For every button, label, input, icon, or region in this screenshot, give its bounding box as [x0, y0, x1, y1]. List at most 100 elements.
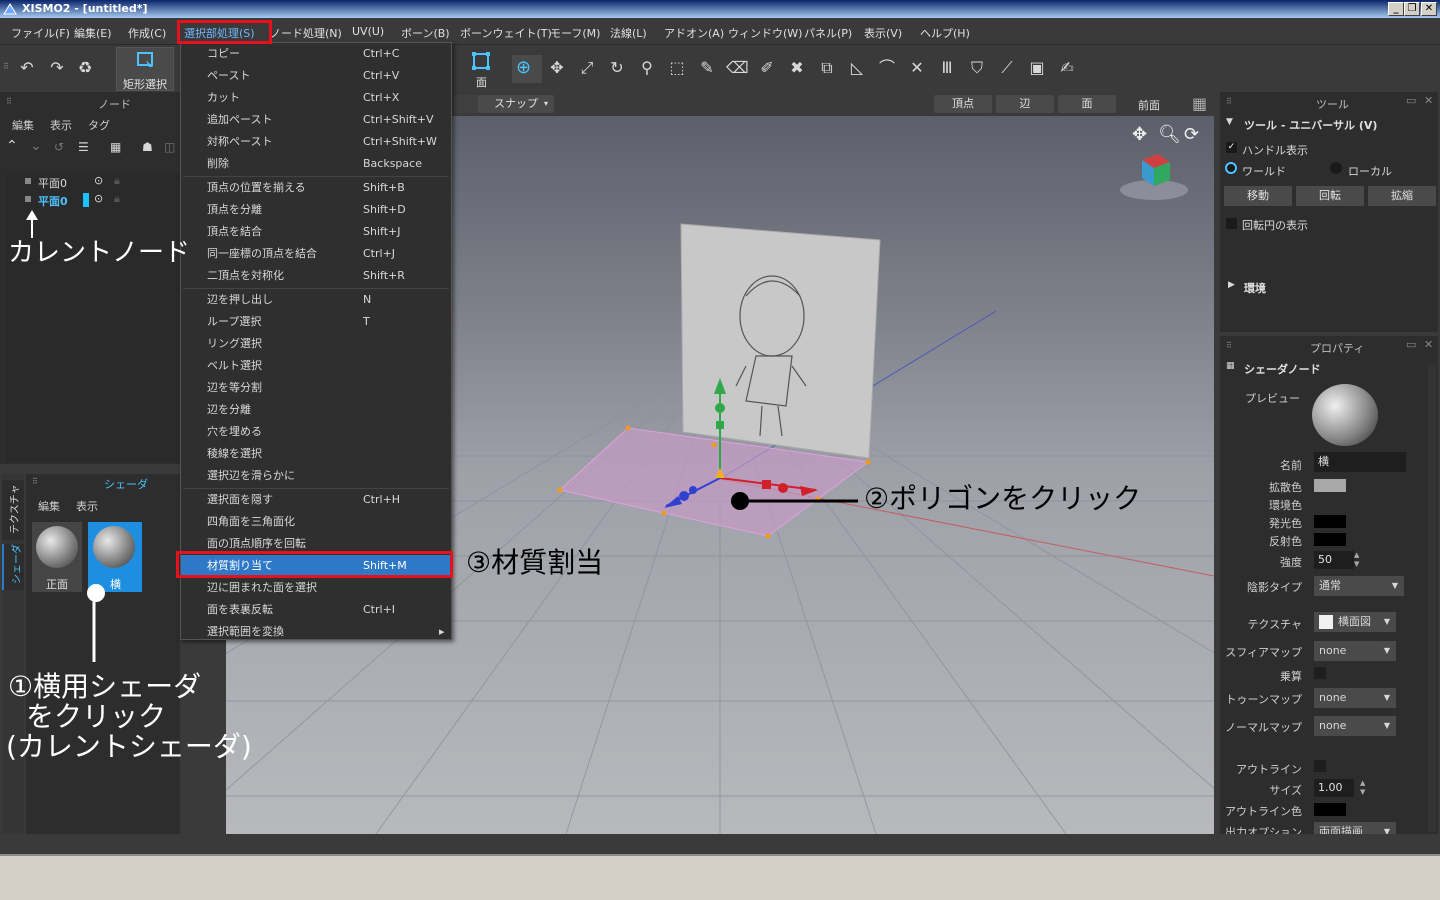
rotate-icon[interactable]: ↻ — [606, 57, 628, 79]
eraser-icon[interactable]: ⌫ — [726, 57, 749, 79]
menu-uv[interactable]: UV(U) — [352, 25, 384, 38]
panel-minimize-icon[interactable]: ▭ — [1406, 338, 1416, 351]
env-section-title[interactable]: 環境 — [1244, 280, 1266, 296]
tab-shader[interactable]: シェーダ — [2, 544, 24, 590]
menu-item-delete[interactable]: 削除 Backspace — [181, 153, 451, 175]
link-icon[interactable]: ↺ — [54, 140, 64, 154]
local-radio[interactable] — [1330, 162, 1342, 174]
menu-item-symmetrize[interactable]: 二頂点を対称化 Shift+R — [181, 265, 451, 287]
lock-icon[interactable]: 🔒︎ — [114, 174, 120, 188]
world-radio[interactable] — [1225, 162, 1237, 174]
rect-select-button[interactable]: 矩形選択 — [116, 47, 174, 91]
move-icon[interactable]: ✥ — [546, 57, 568, 79]
menu-item-fill-hole[interactable]: 穴を埋める — [181, 421, 451, 443]
menu-file[interactable]: ファイル(F) — [11, 25, 70, 41]
shade-type-select[interactable]: 通常 ▼ — [1314, 576, 1404, 596]
menu-create[interactable]: 作成(C) — [128, 25, 166, 41]
pen-icon[interactable]: ✎ — [696, 57, 718, 79]
box-icon[interactable]: ◫ — [164, 140, 175, 154]
zoom-icon[interactable]: 🔍︎ — [1158, 124, 1181, 145]
ambient-swatch[interactable] — [1314, 497, 1346, 510]
list-icon[interactable]: ☰ — [78, 140, 89, 154]
marquee-icon[interactable]: ⬚ — [666, 57, 688, 79]
menu-item-extrude-edge[interactable]: 辺を押し出し N — [181, 289, 451, 311]
menu-view[interactable]: 表示(V) — [864, 25, 902, 41]
menu-item-align-vertices[interactable]: 頂点の位置を揃える Shift+B — [181, 177, 451, 199]
weld-icon[interactable]: ✖ — [786, 57, 808, 79]
move-up-icon[interactable]: ⌃ — [6, 138, 18, 154]
scrollbar[interactable] — [1428, 364, 1436, 832]
vertex-mode-button[interactable]: 頂点 — [934, 95, 992, 113]
shader-item-side[interactable]: 横 — [88, 522, 142, 592]
menu-item-select-ridge[interactable]: 稜線を選択 — [181, 443, 451, 465]
multiply-checkbox[interactable] — [1314, 667, 1326, 679]
outline-color-swatch[interactable] — [1314, 803, 1346, 816]
knife-icon[interactable]: ✐ — [756, 57, 778, 79]
panel-close-icon[interactable]: ✕ — [1424, 94, 1433, 107]
menu-node[interactable]: ノード処理(N) — [270, 25, 342, 41]
spin-icon[interactable]: ▲ ▼ — [1360, 779, 1365, 797]
shader-item-front[interactable]: 正面 — [32, 522, 82, 592]
output-select[interactable]: 両面描画 ▼ — [1314, 822, 1396, 834]
menu-item-join-vertices[interactable]: 頂点を結合 Shift+J — [181, 221, 451, 243]
menu-item-smooth-edges[interactable]: 選択辺を滑らかに — [181, 465, 451, 487]
globe-button[interactable]: ⊕ — [512, 55, 542, 83]
bars-icon[interactable]: Ⅲ — [936, 57, 958, 79]
menu-item-split-edge[interactable]: 辺を分離 — [181, 399, 451, 421]
snap-dropdown[interactable]: スナップ ▾ — [478, 95, 554, 113]
tab-texture[interactable]: テクスチャ — [2, 480, 24, 540]
expand-triangle-icon[interactable]: ▼ — [1226, 117, 1233, 127]
menu-bone[interactable]: ボーン(B) — [401, 25, 450, 41]
menu-window[interactable]: ウィンドウ(W) — [728, 25, 802, 41]
menu-normal[interactable]: 法線(L) — [610, 25, 647, 41]
cube-icon[interactable]: ⧉ — [816, 57, 838, 79]
pivot-icon[interactable]: ⚲ — [636, 57, 658, 79]
close-button[interactable]: ✕ — [1421, 2, 1437, 16]
menu-item-copy[interactable]: コピー Ctrl+C — [181, 43, 451, 65]
scale-button[interactable]: 拡縮 — [1368, 186, 1436, 206]
menu-item-hide-faces[interactable]: 選択面を隠す Ctrl+H — [181, 489, 451, 511]
diffuse-swatch[interactable] — [1314, 479, 1346, 492]
eye-icon[interactable]: ⊙ — [94, 192, 103, 205]
menu-boneweight[interactable]: ボーンウェイト(T) — [460, 25, 552, 41]
menu-panel[interactable]: パネル(P) — [804, 25, 852, 41]
handle-checkbox[interactable]: ✓ — [1226, 142, 1237, 153]
collapse-triangle-icon[interactable]: ▶ — [1228, 280, 1235, 290]
outline-checkbox[interactable] — [1314, 760, 1326, 772]
pan-icon[interactable]: ✥ — [1132, 124, 1147, 145]
texture-select[interactable]: 横面図 ▼ — [1314, 612, 1396, 632]
name-input[interactable]: 横 — [1314, 452, 1406, 472]
brush-icon[interactable]: ⟋ — [996, 57, 1018, 79]
menu-morph[interactable]: モーフ(M) — [550, 25, 600, 41]
edge-mode-button[interactable]: 辺 — [996, 95, 1054, 113]
panel-close-icon[interactable]: ✕ — [1424, 338, 1433, 351]
menu-item-split-vertices[interactable]: 頂点を分離 Shift+D — [181, 199, 451, 221]
node-menu-tag[interactable]: タグ — [88, 117, 110, 133]
strength-input[interactable]: 50 — [1314, 551, 1354, 569]
face-mode-button[interactable]: 面 — [1058, 95, 1116, 113]
recycle-icon[interactable]: ♻ — [74, 57, 96, 79]
menu-item-belt-select[interactable]: ベルト選択 — [181, 355, 451, 377]
node-menu-edit[interactable]: 編集 — [12, 117, 34, 133]
tree-row-current[interactable]: 平面0 ⊙ 🔒︎ — [6, 192, 180, 208]
lock-icon[interactable]: 🔒︎ — [114, 192, 120, 206]
eye-icon[interactable]: ⊙ — [94, 174, 103, 187]
size-input[interactable]: 1.00 — [1314, 779, 1354, 797]
redo-icon[interactable]: ↷ — [46, 57, 68, 79]
menu-item-triangulate[interactable]: 四角面を三角面化 — [181, 511, 451, 533]
menu-item-select-enclosed-faces[interactable]: 辺に囲まれた面を選択 — [181, 577, 451, 599]
normal-map-select[interactable]: none ▼ — [1314, 716, 1396, 736]
panel-minimize-icon[interactable]: ▭ — [1406, 94, 1416, 107]
move-button[interactable]: 移動 — [1224, 186, 1292, 206]
grid-view-icon[interactable]: ▦ — [1192, 94, 1207, 113]
view-name[interactable]: 前面 — [1138, 97, 1160, 113]
menu-item-append-paste[interactable]: 追加ペースト Ctrl+Shift+V — [181, 109, 451, 131]
collapse-icon[interactable]: ✕ — [906, 57, 928, 79]
bevel-icon[interactable]: ◺ — [846, 57, 868, 79]
orbit-icon[interactable]: ⟳ — [1184, 124, 1199, 145]
arch-icon[interactable]: ⌒ — [876, 57, 898, 79]
emissive-swatch[interactable] — [1314, 515, 1346, 528]
node-menu-view[interactable]: 表示 — [50, 117, 72, 133]
sphere-select[interactable]: none ▼ — [1314, 641, 1396, 661]
film-icon[interactable]: ▣ — [1026, 57, 1048, 79]
